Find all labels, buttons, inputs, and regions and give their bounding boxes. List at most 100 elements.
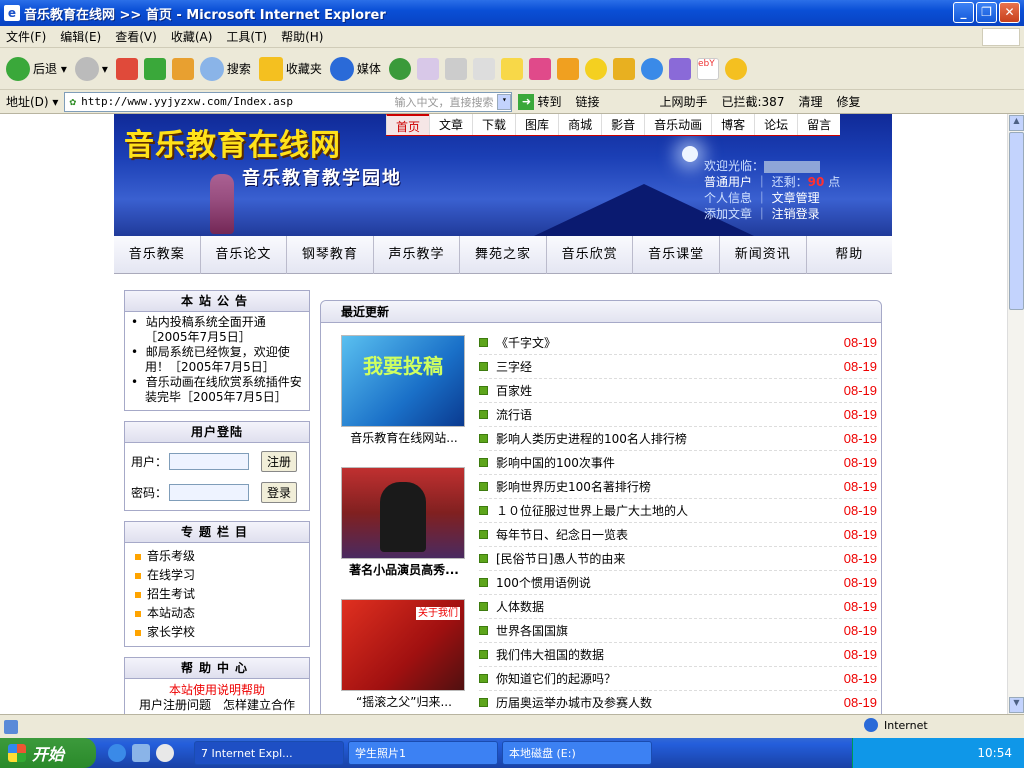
help-more-links[interactable]: 用户注册问题 怎样建立合作 <box>125 698 309 713</box>
task-local-disk[interactable]: 本地磁盘 (E:) <box>502 741 652 765</box>
qq-icon[interactable] <box>584 57 607 80</box>
list-item[interactable]: 人体数据 08-19 <box>479 595 877 619</box>
username-input[interactable] <box>169 453 250 470</box>
list-item[interactable]: 影响人类历史进程的100名人排行榜 08-19 <box>479 427 877 451</box>
topic-online-study[interactable]: 在线学习 <box>135 566 299 585</box>
list-item[interactable]: 世界各国国旗 08-19 <box>479 619 877 643</box>
links-label[interactable]: 链接 <box>575 93 599 110</box>
edit-icon[interactable] <box>472 57 495 80</box>
list-item[interactable]: 你知道它们的起源吗？ 08-19 <box>479 667 877 691</box>
stop-icon[interactable] <box>115 57 138 80</box>
media-button[interactable]: 媒体 <box>329 56 381 81</box>
notice-item[interactable]: • 站内投稿系统全面开通［2005年7月5日］ <box>131 315 303 345</box>
clock[interactable]: 10:54 <box>977 746 1012 760</box>
print-icon[interactable] <box>444 57 467 80</box>
refresh-icon[interactable] <box>143 57 166 80</box>
topnav-forum[interactable]: 论坛 <box>754 114 797 135</box>
list-item[interactable]: 我们伟大祖国的数据 08-19 <box>479 643 877 667</box>
menu-edit[interactable]: 编辑(E) <box>60 28 101 45</box>
link-logout[interactable]: 注销登录 <box>772 207 820 221</box>
thumb-caption[interactable]: 音乐教育在线网站... <box>341 429 467 446</box>
back-button[interactable]: 后退 ▾ <box>6 56 67 81</box>
nav-piano[interactable]: 钢琴教育 <box>287 235 374 274</box>
thumb-caption[interactable]: 著名小品演员高秀... <box>341 561 467 578</box>
address-dropdown-icon[interactable]: ▾ <box>497 93 512 110</box>
quicklaunch-ie-icon[interactable] <box>108 744 126 762</box>
menu-help[interactable]: 帮助(H) <box>281 28 323 45</box>
topic-parents[interactable]: 家长学校 <box>135 623 299 642</box>
task-student-photos[interactable]: 学生照片1 <box>348 741 498 765</box>
helper-button[interactable]: 上网助手 <box>659 93 707 110</box>
scroll-up-icon[interactable]: ▲ <box>1009 115 1024 131</box>
thumb-actor[interactable]: 著名小品演员高秀... <box>341 467 467 578</box>
login-button[interactable]: 登录 <box>261 482 298 503</box>
mail-icon[interactable] <box>416 57 439 80</box>
history-icon[interactable] <box>388 57 411 80</box>
register-button[interactable]: 注册 <box>261 451 298 472</box>
list-item[interactable]: １０位征服过世界上最广大土地的人 08-19 <box>479 499 877 523</box>
topic-admission[interactable]: 招生考试 <box>135 585 299 604</box>
menu-view[interactable]: 查看(V) <box>115 28 157 45</box>
thumb-caption[interactable]: “摇滚之父”归来... <box>341 693 467 710</box>
thumb-submit[interactable]: 我要投稿 音乐教育在线网站... <box>341 335 467 446</box>
list-item[interactable]: 每年节日、纪念日一览表 08-19 <box>479 523 877 547</box>
list-item[interactable]: 百家姓 08-19 <box>479 379 877 403</box>
help-usage-link[interactable]: 本站使用说明帮助 <box>125 683 309 698</box>
vertical-scrollbar[interactable]: ▲ ▼ <box>1007 114 1024 714</box>
list-item[interactable]: 流行语 08-19 <box>479 403 877 427</box>
smiley-icon[interactable] <box>724 57 747 80</box>
list-item[interactable]: 100个惯用语例说 08-19 <box>479 571 877 595</box>
list-item[interactable]: 三字经 08-19 <box>479 355 877 379</box>
topnav-guestbook[interactable]: 留言 <box>797 114 840 135</box>
favorites-button[interactable]: 收藏夹 <box>258 56 322 81</box>
search-button[interactable]: 搜索 <box>199 56 251 81</box>
go-button[interactable]: ➜ 转到 <box>518 93 561 110</box>
thumb-rock[interactable]: 关于我们 “摇滚之父”归来... <box>341 599 467 710</box>
nav-classroom[interactable]: 音乐课堂 <box>633 235 720 274</box>
nav-help[interactable]: 帮助 <box>807 236 893 274</box>
password-input[interactable] <box>169 484 250 501</box>
notice-item[interactable]: • 音乐动画在线欣赏系统插件安装完毕［2005年7月5日］ <box>131 375 303 405</box>
topic-grading[interactable]: 音乐考级 <box>135 547 299 566</box>
topnav-home[interactable]: 首页 <box>386 114 430 135</box>
topnav-gallery[interactable]: 图库 <box>515 114 558 135</box>
home-icon[interactable] <box>171 57 194 80</box>
topnav-animation[interactable]: 音乐动画 <box>644 114 711 135</box>
scroll-down-icon[interactable]: ▼ <box>1009 697 1024 713</box>
repair-button[interactable]: 修复 <box>836 93 860 110</box>
menu-favorites[interactable]: 收藏(A) <box>171 28 213 45</box>
menu-file[interactable]: 文件(F) <box>6 28 46 45</box>
topnav-downloads[interactable]: 下载 <box>472 114 515 135</box>
topnav-media[interactable]: 影音 <box>601 114 644 135</box>
site-logo[interactable]: 音乐教育在线网 <box>124 120 341 164</box>
link-add-article[interactable]: 添加文章 <box>704 207 752 221</box>
topnav-articles[interactable]: 文章 <box>429 114 472 135</box>
nav-news[interactable]: 新闻资讯 <box>720 235 807 274</box>
restore-button[interactable]: ❐ <box>976 2 997 23</box>
start-button[interactable]: 开始 <box>0 738 96 768</box>
task-ie[interactable]: 7 Internet Expl... <box>194 741 344 765</box>
player-icon[interactable] <box>556 57 579 80</box>
topic-site-news[interactable]: 本站动态 <box>135 604 299 623</box>
quicklaunch-media-icon[interactable] <box>156 744 174 762</box>
minimize-button[interactable]: _ <box>953 2 974 23</box>
list-item[interactable]: [民俗节日]愚人节的由来 08-19 <box>479 547 877 571</box>
nav-appreciation[interactable]: 音乐欣赏 <box>547 235 634 274</box>
globe-icon[interactable] <box>640 57 663 80</box>
scroll-thumb[interactable] <box>1009 132 1024 310</box>
list-item[interactable]: 影响中国的100次事件 08-19 <box>479 451 877 475</box>
notes-icon[interactable] <box>500 57 523 80</box>
list-item[interactable]: 《千字文》 08-19 <box>479 331 877 355</box>
nav-lesson-plans[interactable]: 音乐教案 <box>114 235 201 274</box>
nav-vocal[interactable]: 声乐教学 <box>374 235 461 274</box>
tools-icon[interactable] <box>668 57 691 80</box>
topnav-blog[interactable]: 博客 <box>711 114 754 135</box>
close-button[interactable]: ✕ <box>999 2 1020 23</box>
forward-button[interactable]: ▾ <box>74 56 108 81</box>
list-item[interactable]: 历届奥运举办城市及参赛人数 08-19 <box>479 691 877 714</box>
address-input[interactable]: ✿ http://www.yyjyzxw.com/Index.asp 输入中文，… <box>64 91 513 112</box>
clean-button[interactable]: 清理 <box>798 93 822 110</box>
menu-tools[interactable]: 工具(T) <box>226 28 267 45</box>
blocked-counter[interactable]: 已拦截:387 <box>722 93 785 110</box>
link-article-manage[interactable]: 文章管理 <box>772 191 820 205</box>
